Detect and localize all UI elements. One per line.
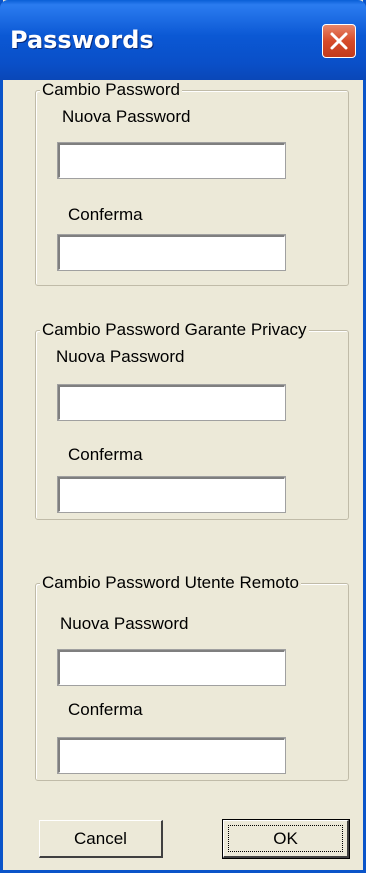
confirm-password-input[interactable] [57, 234, 286, 271]
title-bar[interactable]: Passwords [0, 0, 366, 80]
window-title: Passwords [10, 26, 154, 54]
group-cambio-password-utente-remoto: Cambio Password Utente Remoto Nuova Pass… [35, 573, 349, 781]
close-icon [330, 32, 348, 50]
new-password-label: Nuova Password [62, 107, 191, 126]
confirm-label: Conferma [68, 205, 143, 224]
group-legend: Cambio Password [40, 80, 182, 100]
confirm-label: Conferma [68, 700, 143, 719]
dialog-body: Cambio Password Nuova Password Conferma … [3, 80, 363, 870]
new-password-input[interactable] [57, 384, 286, 421]
ok-button-label: OK [228, 825, 343, 852]
confirm-password-input[interactable] [57, 476, 286, 513]
passwords-dialog: Passwords Cambio Password Nuova Password… [0, 0, 366, 873]
new-password-input[interactable] [57, 649, 286, 686]
cancel-button[interactable]: Cancel [39, 820, 163, 858]
group-legend: Cambio Password Utente Remoto [40, 573, 302, 593]
new-password-label: Nuova Password [56, 347, 185, 366]
ok-button[interactable]: OK [222, 819, 350, 859]
confirm-label: Conferma [68, 445, 143, 464]
group-cambio-password-garante-privacy: Cambio Password Garante Privacy Nuova Pa… [35, 320, 349, 520]
group-cambio-password: Cambio Password Nuova Password Conferma [35, 80, 349, 286]
new-password-input[interactable] [57, 142, 286, 179]
close-button[interactable] [322, 24, 356, 58]
new-password-label: Nuova Password [60, 614, 189, 633]
confirm-password-input[interactable] [57, 737, 286, 774]
group-legend: Cambio Password Garante Privacy [40, 320, 309, 340]
